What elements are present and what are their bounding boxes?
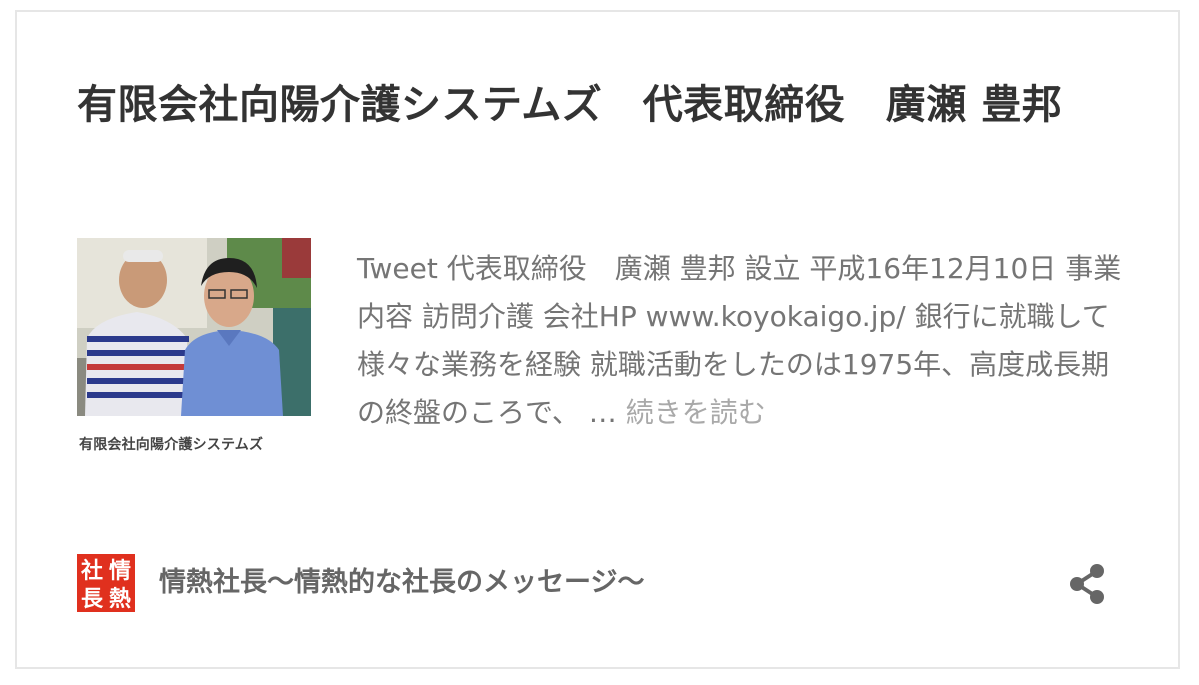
site-name[interactable]: 情熱社長〜情熱的な社長のメッセージ〜	[159, 563, 644, 603]
thumbnail-photo	[77, 238, 311, 416]
blog-card[interactable]: 有限会社向陽介護システムズ 代表取締役 廣瀬 豊邦 有限会社向陽介護システムズ …	[15, 10, 1180, 669]
logo-char-2: 情	[109, 558, 131, 584]
logo-char-1: 社	[81, 558, 103, 584]
logo-char-4: 熱	[109, 586, 131, 612]
share-icon[interactable]	[1067, 562, 1107, 606]
read-more-link[interactable]: 続きを読む	[626, 396, 766, 429]
card-excerpt: Tweet 代表取締役 廣瀬 豊邦 設立 平成16年12月10日 事業内容 訪問…	[357, 245, 1127, 437]
logo-char-3: 長	[81, 587, 104, 612]
card-footer: 社 情 長 熱 情熱社長〜情熱的な社長のメッセージ〜	[77, 552, 1137, 616]
thumbnail-caption: 有限会社向陽介護システムズ	[79, 437, 264, 453]
site-logo[interactable]: 社 情 長 熱	[77, 554, 135, 612]
card-title[interactable]: 有限会社向陽介護システムズ 代表取締役 廣瀬 豊邦	[77, 74, 1077, 136]
thumbnail[interactable]: 有限会社向陽介護システムズ	[77, 238, 311, 466]
